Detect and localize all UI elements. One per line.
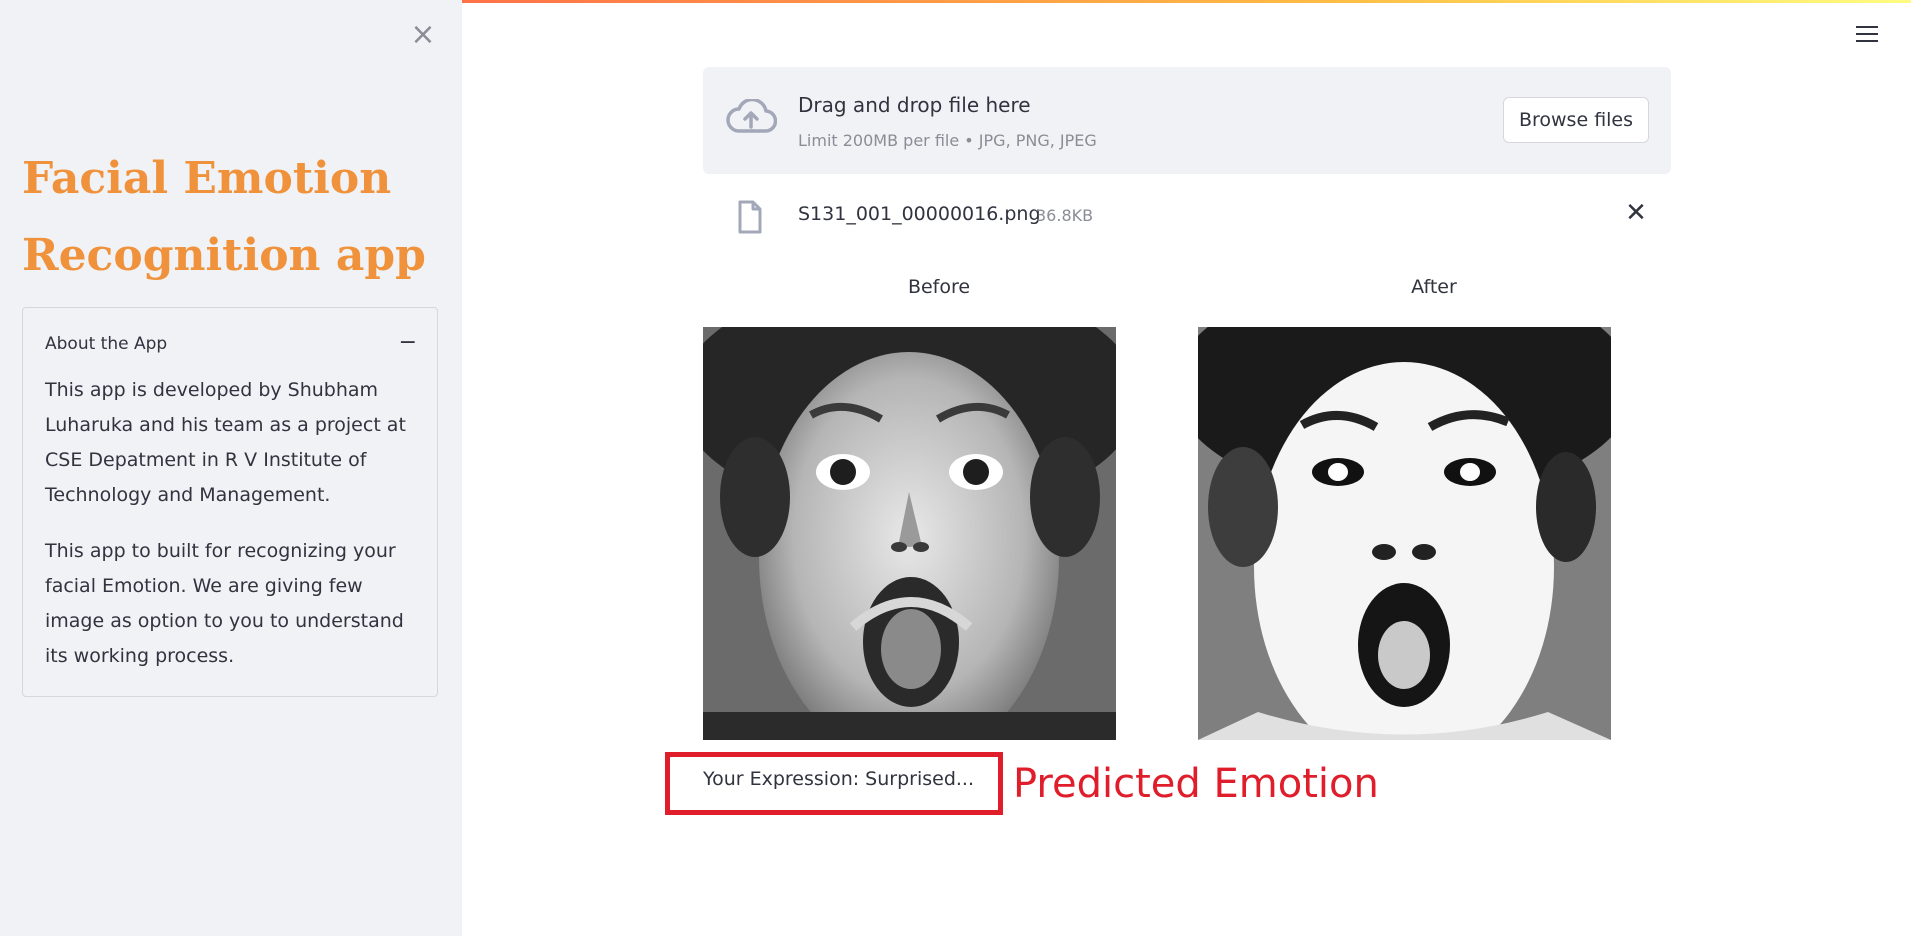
file-icon: [738, 200, 762, 234]
app-title: Facial Emotion Recognition app: [22, 140, 442, 294]
app-title-line2: Recognition app: [22, 230, 426, 281]
about-expander-title: About the App: [45, 334, 168, 354]
cloud-upload-icon: [726, 99, 777, 133]
upload-drag-text: Drag and drop file here: [798, 93, 1031, 117]
about-expander-body: This app is developed by Shubham Luharuk…: [45, 373, 417, 695]
about-paragraph-2: This app to built for recognizing your f…: [45, 540, 404, 667]
remove-file-icon[interactable]: ✕: [1621, 198, 1651, 228]
before-caption: Before: [907, 276, 971, 298]
before-image: [703, 327, 1116, 740]
app-title-line1: Facial Emotion: [22, 153, 392, 204]
uploaded-file-size: 36.8KB: [1036, 206, 1094, 225]
browse-files-button[interactable]: Browse files: [1503, 97, 1649, 143]
about-expander-header[interactable]: About the App −: [45, 330, 417, 360]
after-image: [1198, 327, 1611, 740]
hamburger-menu-icon[interactable]: [1856, 26, 1878, 48]
uploaded-file-name: S131_001_00000016.png: [798, 203, 1041, 225]
upload-limit-text: Limit 200MB per file • JPG, PNG, JPEG: [798, 131, 1097, 150]
prediction-result-text: Your Expression: Surprised...: [703, 768, 975, 790]
predicted-emotion-annotation: Predicted Emotion: [1013, 761, 1379, 807]
about-expander: About the App − This app is developed by…: [22, 307, 438, 697]
sidebar: × Facial Emotion Recognition app About t…: [0, 0, 462, 936]
minus-icon[interactable]: −: [399, 330, 417, 355]
file-uploader-dropzone[interactable]: Drag and drop file here Limit 200MB per …: [703, 67, 1671, 174]
about-paragraph-1: This app is developed by Shubham Luharuk…: [45, 379, 406, 506]
close-icon[interactable]: ×: [410, 20, 436, 50]
after-caption: After: [1411, 276, 1457, 298]
uploaded-file-row: S131_001_00000016.png 36.8KB ✕: [703, 190, 1671, 240]
